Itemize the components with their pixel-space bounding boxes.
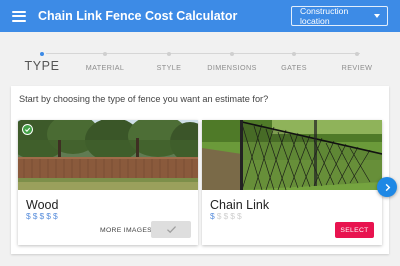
step-dot bbox=[167, 52, 171, 56]
step-review[interactable]: REVIEW bbox=[340, 32, 374, 82]
step-dot bbox=[103, 52, 107, 56]
chain-link-fence-image bbox=[202, 120, 382, 190]
dollar-sign: $ bbox=[26, 211, 33, 221]
step-dot bbox=[292, 52, 296, 56]
step-dimensions[interactable]: DIMENSIONS bbox=[206, 32, 258, 82]
step-label: GATES bbox=[281, 63, 307, 72]
step-label: STYLE bbox=[156, 63, 182, 72]
selected-button[interactable] bbox=[151, 221, 191, 238]
construction-location-label: Construction location bbox=[300, 6, 349, 26]
fence-type-panel: Start by choosing the type of fence you … bbox=[11, 86, 389, 254]
price-rating: $$$$$ bbox=[210, 211, 244, 221]
wood-fence-image bbox=[18, 120, 198, 190]
step-dot bbox=[40, 52, 44, 56]
price-rating: $$$$$ bbox=[26, 211, 60, 221]
step-progress: TYPE MATERIAL STYLE DIMENSIONS GATES REV… bbox=[0, 32, 400, 82]
app-title: Chain Link Fence Cost Calculator bbox=[38, 9, 238, 23]
step-label: TYPE bbox=[24, 59, 60, 73]
check-icon bbox=[22, 124, 33, 135]
next-step-button[interactable] bbox=[377, 177, 397, 197]
app-bar: Chain Link Fence Cost Calculator Constru… bbox=[0, 0, 400, 32]
dollar-sign: $ bbox=[46, 211, 53, 221]
menu-icon[interactable] bbox=[12, 10, 26, 22]
construction-location-button[interactable]: Construction location bbox=[291, 6, 388, 26]
fence-card-chain-link[interactable]: Chain Link $$$$$ SELECT bbox=[202, 120, 382, 245]
step-style[interactable]: STYLE bbox=[154, 32, 184, 82]
dollar-sign: $ bbox=[230, 211, 237, 221]
dollar-sign: $ bbox=[210, 211, 217, 221]
fence-card-wood[interactable]: Wood $$$$$ MORE IMAGES bbox=[18, 120, 198, 245]
check-icon bbox=[166, 226, 176, 234]
more-images-button[interactable]: MORE IMAGES bbox=[100, 227, 152, 234]
step-label: DIMENSIONS bbox=[207, 63, 257, 72]
chevron-right-icon bbox=[385, 183, 390, 191]
step-label: REVIEW bbox=[341, 63, 373, 72]
step-type[interactable]: TYPE bbox=[24, 32, 60, 82]
dollar-sign: $ bbox=[236, 211, 244, 221]
step-gates[interactable]: GATES bbox=[279, 32, 309, 82]
prompt-text: Start by choosing the type of fence you … bbox=[19, 94, 269, 104]
step-dot bbox=[355, 52, 359, 56]
caret-down-icon bbox=[374, 14, 380, 18]
fence-name: Wood bbox=[26, 198, 59, 212]
fence-name: Chain Link bbox=[210, 198, 270, 212]
step-label: MATERIAL bbox=[85, 63, 125, 72]
step-dot bbox=[230, 52, 234, 56]
step-material[interactable]: MATERIAL bbox=[84, 32, 126, 82]
dollar-sign: $ bbox=[52, 211, 60, 221]
select-button[interactable]: SELECT bbox=[335, 222, 374, 238]
